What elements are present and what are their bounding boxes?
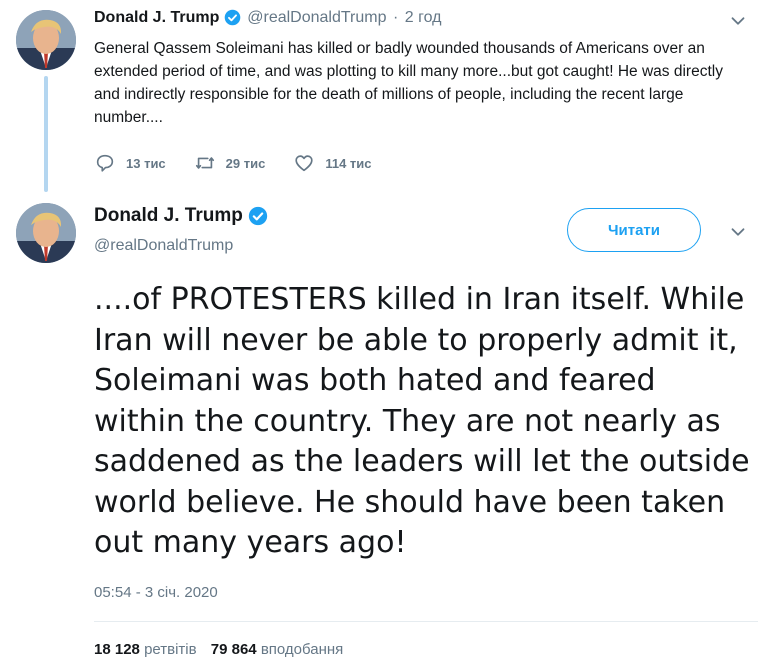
tweet2-stats: 18 128 ретвітів 79 864 вподобання	[94, 641, 353, 658]
tweet1-time[interactable]: 2 год	[405, 9, 442, 26]
tweet1-header: Donald J. Trump @realDonaldTrump · 2 год	[94, 9, 441, 27]
chevron-down-icon[interactable]	[727, 10, 749, 32]
retweet-total-label[interactable]: ретвітів	[144, 641, 197, 658]
chevron-down-icon[interactable]	[727, 221, 749, 243]
like-count: 114 тис	[325, 155, 372, 171]
tweet1-author-name[interactable]: Donald J. Trump	[94, 9, 219, 26]
reply-button[interactable]: 13 тис	[94, 152, 166, 174]
retweet-icon	[195, 157, 214, 169]
avatar[interactable]	[16, 203, 76, 263]
tweet2-text: ....of PROTESTERS killed in Iran itself.…	[94, 282, 750, 560]
tweet1-author-handle[interactable]: @realDonaldTrump	[247, 9, 386, 26]
follow-button[interactable]: Читати	[567, 208, 701, 252]
tweet2-timestamp[interactable]: 05:54 - 3 січ. 2020	[94, 584, 218, 601]
tweet1-separator: ·	[392, 9, 399, 26]
avatar[interactable]	[16, 10, 76, 70]
tweet1-text: General Qassem Soleimani has killed or b…	[94, 40, 723, 126]
retweet-count: 29 тис	[225, 155, 266, 171]
verified-badge-icon	[224, 9, 241, 26]
reply-icon	[96, 154, 114, 172]
tweet1-actions: 13 тис 29 тис 114 тис	[94, 152, 400, 174]
thread-connector	[44, 76, 48, 192]
divider	[94, 621, 758, 622]
reply-count: 13 тис	[126, 155, 166, 171]
retweet-total[interactable]: 18 128	[94, 641, 140, 658]
verified-badge-icon	[248, 206, 268, 226]
like-button[interactable]: 114 тис	[293, 152, 372, 174]
tweet2-author-name[interactable]: Donald J. Trump	[94, 205, 243, 226]
retweet-button[interactable]: 29 тис	[194, 152, 266, 174]
like-icon	[295, 155, 313, 172]
avatar-image	[16, 10, 76, 70]
tweet2-author-handle[interactable]: @realDonaldTrump	[94, 237, 233, 255]
tweet2-author: Donald J. Trump	[94, 205, 268, 227]
like-total[interactable]: 79 864	[211, 641, 257, 658]
avatar-image	[16, 203, 76, 263]
like-total-label[interactable]: вподобання	[261, 641, 343, 658]
